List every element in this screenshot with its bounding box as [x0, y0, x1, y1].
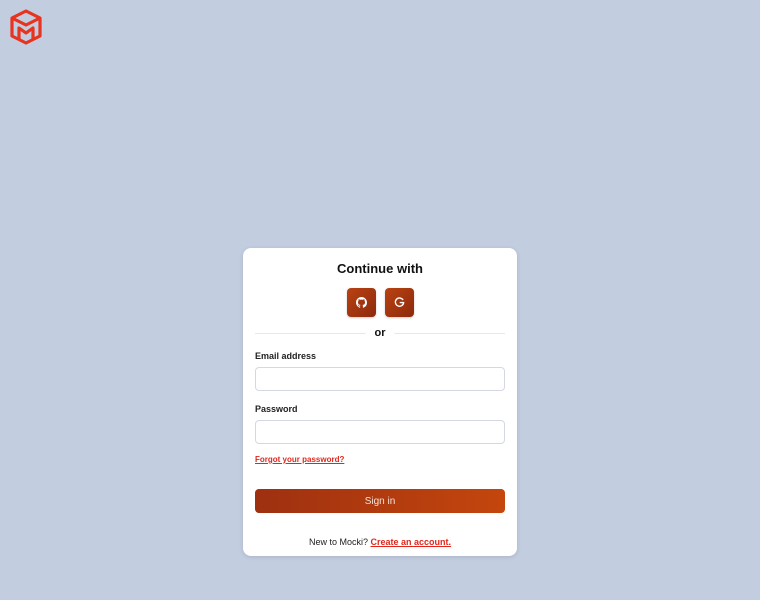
cube-m-logo-icon — [10, 9, 42, 45]
password-label: Password — [255, 404, 298, 414]
forgot-password-link[interactable]: Forgot your password? — [255, 454, 344, 465]
social-login-group — [255, 288, 505, 317]
signup-prompt: New to Mocki? Create an account. — [255, 537, 505, 547]
github-icon — [355, 297, 367, 308]
google-login-button[interactable] — [384, 288, 414, 317]
google-icon — [394, 297, 404, 307]
card-title: Continue with — [337, 261, 423, 276]
password-field[interactable] — [255, 420, 505, 444]
divider-text: or — [365, 325, 395, 341]
signup-prompt-text: New to Mocki? — [308, 537, 368, 547]
login-card: Continue with or Email address Password … — [243, 248, 517, 556]
create-account-link[interactable]: Create an account. — [371, 537, 452, 547]
sign-in-button[interactable]: Sign in — [255, 489, 505, 513]
email-field[interactable] — [255, 367, 505, 391]
github-login-button[interactable] — [346, 288, 376, 317]
or-divider: or — [255, 325, 505, 341]
email-label: Email address — [255, 351, 317, 361]
